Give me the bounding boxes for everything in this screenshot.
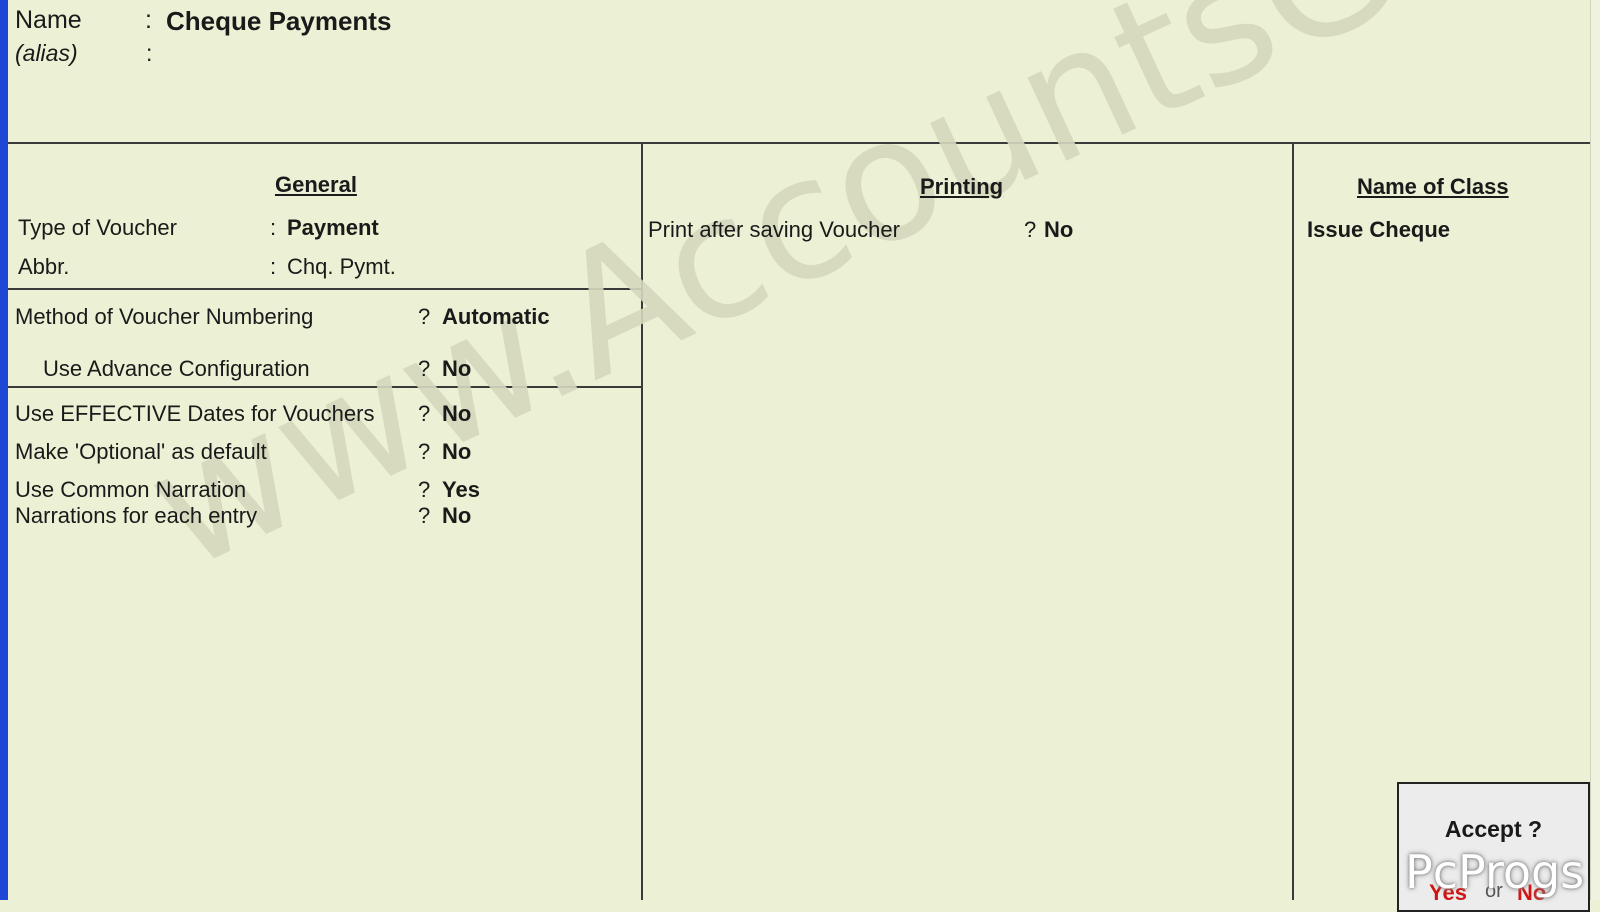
abbr-sep: : [270,254,277,279]
narration-each-entry-field[interactable]: No [442,503,471,529]
panel-divider-printing [1292,142,1294,900]
general-divider-1 [8,288,641,290]
type-of-voucher-field[interactable]: Payment [287,215,379,241]
print-after-saving-field[interactable]: No [1044,217,1073,243]
narration-each-entry-q: ? [418,503,431,528]
advance-config-q: ? [418,356,431,381]
pcprogs-logo: PcProgs [1405,845,1585,899]
general-heading: General [275,172,357,197]
optional-default-q: ? [418,439,431,464]
printing-heading: Printing [920,174,1004,199]
abbr-field[interactable]: Chq. Pymt. [287,254,396,280]
voucher-numbering-label: Method of Voucher Numbering [15,304,314,329]
optional-default-field[interactable]: No [442,439,471,465]
print-after-saving-label: Print after saving Voucher [648,217,900,242]
alias-label: (alias) [15,40,78,66]
watermark-text: www.AccountsGuy.Net [120,0,1600,608]
effective-dates-q: ? [418,401,431,426]
common-narration-q: ? [418,477,431,502]
voucher-numbering-q: ? [418,304,431,329]
common-narration-field[interactable]: Yes [442,477,480,503]
alias-field[interactable] [166,40,466,66]
advance-config-label: Use Advance Configuration [43,356,310,381]
type-of-voucher-sep: : [270,215,277,240]
narration-each-entry-label: Narrations for each entry [15,503,258,528]
alias-separator: : [146,40,153,66]
common-narration-label: Use Common Narration [15,477,247,502]
type-of-voucher-label: Type of Voucher [18,215,177,240]
print-after-saving-q: ? [1024,217,1037,242]
effective-dates-label: Use EFFECTIVE Dates for Vouchers [15,401,375,426]
name-field[interactable]: Cheque Payments [166,6,391,37]
advance-config-field[interactable]: No [442,356,471,382]
panel-divider-general [641,142,643,900]
optional-default-label: Make 'Optional' as default [15,439,267,464]
name-label: Name [15,6,82,34]
abbr-label: Abbr. [18,254,70,279]
window-left-edge [0,0,8,900]
name-separator: : [145,6,152,34]
panel-top-border [8,142,1590,144]
class-name-field[interactable]: Issue Cheque [1307,217,1450,243]
class-heading: Name of Class [1357,174,1509,199]
window-right-edge [1590,0,1600,900]
effective-dates-field[interactable]: No [442,401,471,427]
voucher-numbering-field[interactable]: Automatic [442,304,550,330]
general-divider-2 [8,386,641,388]
accept-title: Accept ? [1444,816,1543,842]
